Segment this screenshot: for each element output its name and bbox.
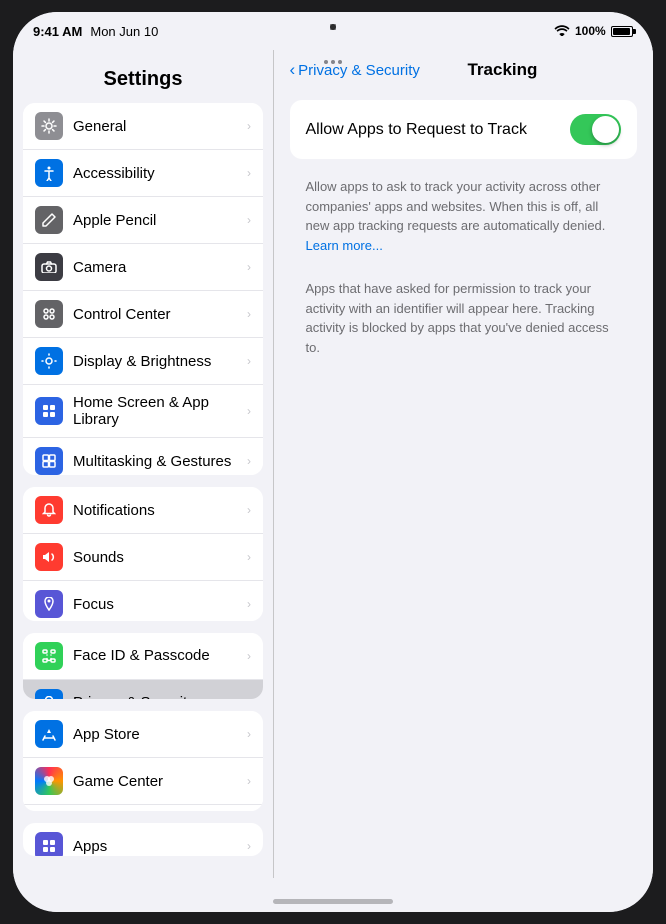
general-label: General <box>73 118 247 135</box>
multitasking-icon <box>35 447 63 475</box>
multitasking-chevron: › <box>247 454 251 468</box>
accessibility-icon <box>35 159 63 187</box>
sidebar-item-apps[interactable]: Apps › <box>23 823 263 856</box>
allow-tracking-toggle[interactable] <box>570 114 621 145</box>
apple-pencil-icon <box>35 206 63 234</box>
content-area: Allow Apps to Request to Track Allow app… <box>274 88 654 878</box>
focus-chevron: › <box>247 597 251 611</box>
sidebar: Settings General › Accessibility › <box>13 50 273 878</box>
sidebar-item-privacy-security[interactable]: Privacy & Security › <box>23 680 263 699</box>
display-chevron: › <box>247 354 251 368</box>
app-store-label: App Store <box>73 726 247 743</box>
sidebar-item-general[interactable]: General › <box>23 103 263 150</box>
apps-icon <box>35 832 63 856</box>
right-panel: ‹ Privacy & Security Tracking Allow Apps… <box>274 50 654 878</box>
camera-dot <box>330 24 336 30</box>
sidebar-item-camera[interactable]: Camera › <box>23 244 263 291</box>
sidebar-item-display[interactable]: Display & Brightness › <box>23 338 263 385</box>
face-id-chevron: › <box>247 649 251 663</box>
sidebar-item-accessibility[interactable]: Accessibility › <box>23 150 263 197</box>
game-center-chevron: › <box>247 774 251 788</box>
general-chevron: › <box>247 119 251 133</box>
sidebar-item-sounds[interactable]: Sounds › <box>23 534 263 581</box>
wifi-icon <box>554 24 570 39</box>
sidebar-group-3: Face ID & Passcode › Privacy & Security … <box>23 633 263 699</box>
page-title: Tracking <box>467 60 597 80</box>
back-button[interactable]: ‹ Privacy & Security <box>290 60 420 80</box>
nav-bar: ‹ Privacy & Security Tracking <box>274 50 654 88</box>
camera-label: Camera <box>73 259 247 276</box>
sidebar-item-home-screen[interactable]: Home Screen & App Library › <box>23 385 263 438</box>
face-id-label: Face ID & Passcode <box>73 647 247 664</box>
display-label: Display & Brightness <box>73 353 247 370</box>
notifications-label: Notifications <box>73 502 247 519</box>
apple-pencil-label: Apple Pencil <box>73 212 247 229</box>
allow-tracking-label: Allow Apps to Request to Track <box>306 121 527 139</box>
battery-icon: 100% <box>575 24 633 38</box>
status-time: 9:41 AM <box>33 24 82 39</box>
apps-chevron: › <box>247 839 251 853</box>
apps-label: Apps <box>73 838 247 855</box>
sidebar-item-app-store[interactable]: App Store › <box>23 711 263 758</box>
learn-more-link[interactable]: Learn more... <box>306 238 383 253</box>
face-id-icon <box>35 642 63 670</box>
multitasking-label: Multitasking & Gestures <box>73 453 247 470</box>
status-date: Mon Jun 10 <box>90 24 158 39</box>
notifications-icon <box>35 496 63 524</box>
back-label: Privacy & Security <box>298 62 420 79</box>
status-bar: 9:41 AM Mon Jun 10 100% <box>13 12 653 50</box>
sounds-chevron: › <box>247 550 251 564</box>
notifications-chevron: › <box>247 503 251 517</box>
sidebar-item-notifications[interactable]: Notifications › <box>23 487 263 534</box>
tracking-description-2: Apps that have asked for permission to t… <box>290 267 638 365</box>
sidebar-group-2: Notifications › Sounds › Focus › <box>23 487 263 620</box>
home-screen-chevron: › <box>247 404 251 418</box>
sidebar-group-4: App Store › Game Center › Wallet & Apple… <box>23 711 263 811</box>
game-center-label: Game Center <box>73 773 247 790</box>
focus-label: Focus <box>73 596 247 613</box>
privacy-security-chevron: › <box>247 696 251 699</box>
display-icon <box>35 347 63 375</box>
control-center-chevron: › <box>247 307 251 321</box>
sidebar-item-wallet[interactable]: Wallet & Apple Pay › <box>23 805 263 811</box>
sounds-icon <box>35 543 63 571</box>
settings-title: Settings <box>13 60 273 103</box>
focus-icon <box>35 590 63 618</box>
home-screen-icon <box>35 397 63 425</box>
camera-chevron: › <box>247 260 251 274</box>
sidebar-group-5: Apps › <box>23 823 263 856</box>
back-chevron-icon: ‹ <box>290 60 296 80</box>
app-store-chevron: › <box>247 727 251 741</box>
control-center-icon <box>35 300 63 328</box>
control-center-label: Control Center <box>73 306 247 323</box>
sidebar-item-control-center[interactable]: Control Center › <box>23 291 263 338</box>
sidebar-item-focus[interactable]: Focus › <box>23 581 263 620</box>
sidebar-item-game-center[interactable]: Game Center › <box>23 758 263 805</box>
tracking-description-1: Allow apps to ask to track your activity… <box>290 169 638 267</box>
sidebar-item-apple-pencil[interactable]: Apple Pencil › <box>23 197 263 244</box>
sidebar-item-multitasking[interactable]: Multitasking & Gestures › <box>23 438 263 475</box>
home-screen-label: Home Screen & App Library <box>73 394 247 428</box>
sidebar-group-1: General › Accessibility › Apple Pencil › <box>23 103 263 475</box>
camera-icon <box>35 253 63 281</box>
toggle-knob <box>592 116 619 143</box>
app-store-icon <box>35 720 63 748</box>
game-center-icon <box>35 767 63 795</box>
general-icon <box>35 112 63 140</box>
privacy-security-label: Privacy & Security <box>73 694 247 699</box>
accessibility-chevron: › <box>247 166 251 180</box>
sidebar-item-face-id[interactable]: Face ID & Passcode › <box>23 633 263 680</box>
sounds-label: Sounds <box>73 549 247 566</box>
home-indicator[interactable] <box>273 899 393 904</box>
bottom-bar <box>13 878 653 912</box>
status-icons: 100% <box>554 24 633 39</box>
apple-pencil-chevron: › <box>247 213 251 227</box>
accessibility-label: Accessibility <box>73 165 247 182</box>
privacy-icon <box>35 689 63 699</box>
allow-tracking-card: Allow Apps to Request to Track <box>290 100 638 159</box>
more-dots <box>324 60 342 64</box>
